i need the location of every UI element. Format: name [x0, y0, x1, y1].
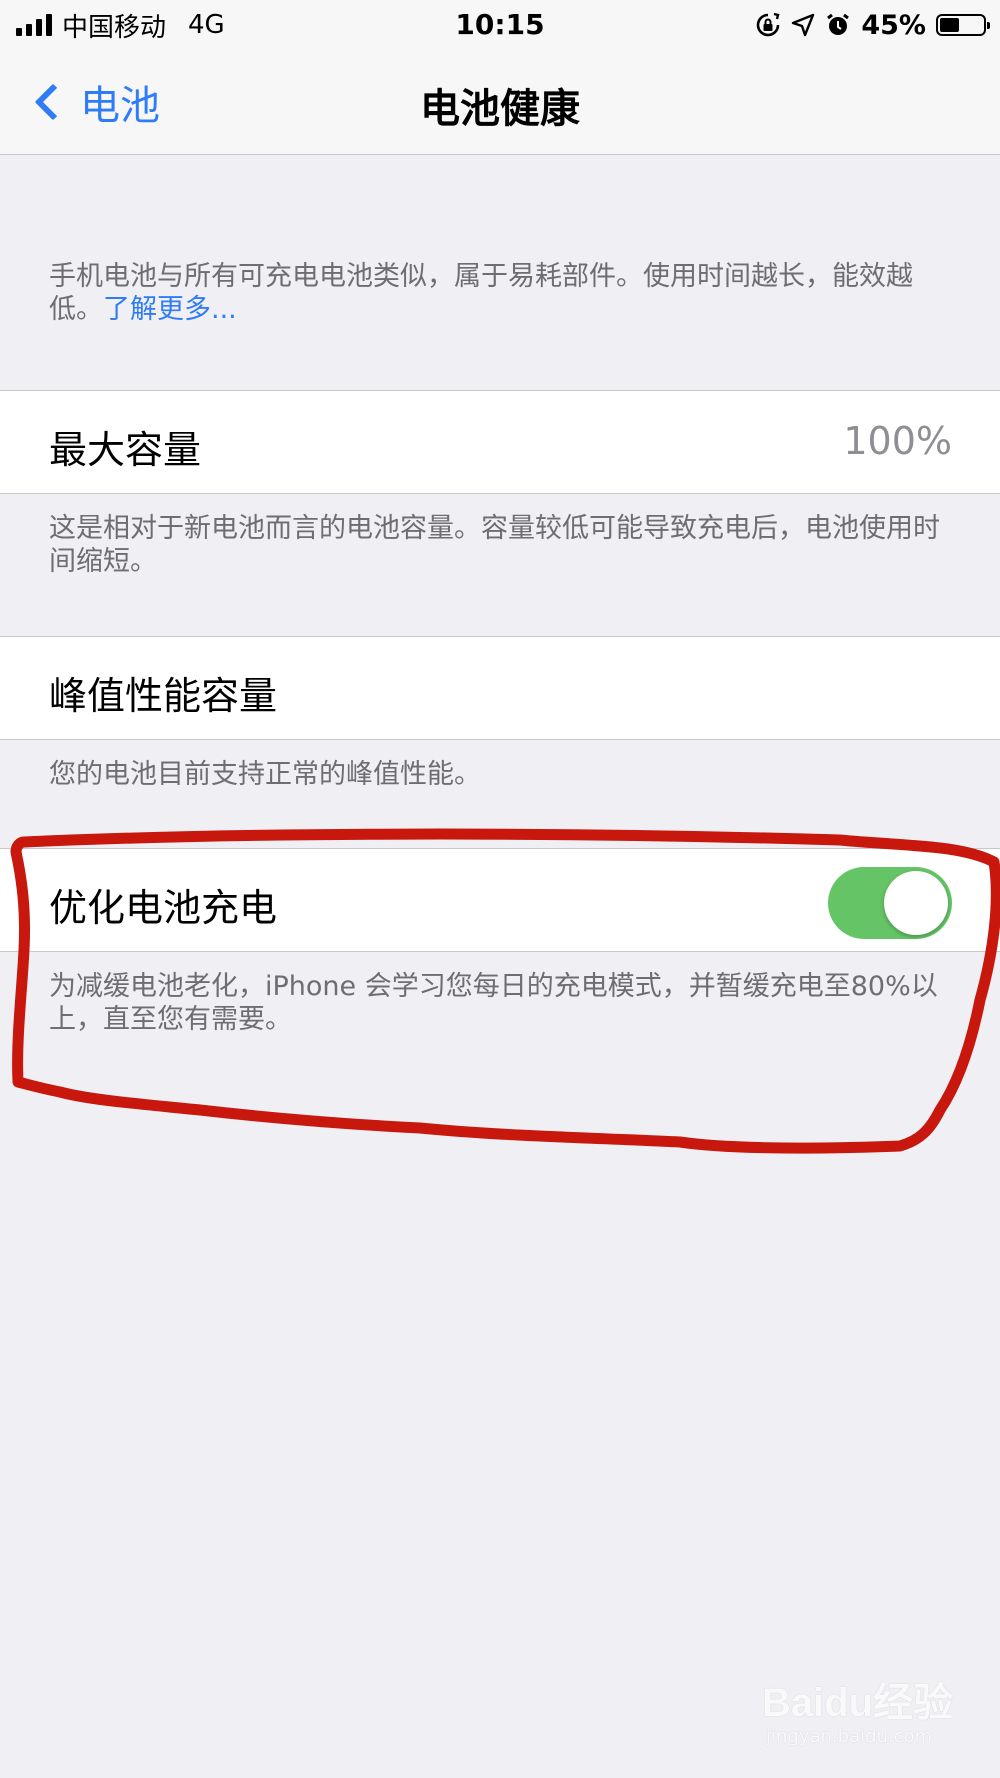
intro-text: 手机电池与所有可充电电池类似，属于易耗部件。使用时间越长，能效越低。了解更多..…: [49, 260, 949, 326]
status-bar: 中国移动 4G 10:15 45%: [0, 0, 1000, 50]
orientation-lock-icon: [757, 12, 780, 37]
battery-cap: [987, 22, 990, 29]
optimized-charging-row: 优化电池充电: [0, 848, 1000, 952]
optimized-charging-label: 优化电池充电: [49, 886, 278, 930]
peak-performance-label: 峰值性能容量: [49, 674, 278, 718]
watermark-url: jingyan.baidu.com: [766, 1726, 933, 1747]
status-right: 45%: [755, 8, 990, 42]
battery-percent: 45%: [861, 9, 926, 41]
location-arrow-icon: [792, 13, 815, 37]
max-capacity-value: 100%: [843, 419, 952, 463]
optimized-charging-footer: 为减缓电池老化，iPhone 会学习您每日的充电模式，并暂缓充电至80%以上，直…: [49, 971, 938, 1035]
max-capacity-label: 最大容量: [49, 428, 202, 472]
page-title: 电池健康: [420, 86, 580, 132]
navigation-bar: 电池 电池健康: [0, 50, 1000, 155]
peak-performance-footer: 您的电池目前支持正常的峰值性能。: [49, 759, 481, 790]
max-capacity-footer: 这是相对于新电池而言的电池容量。容量较低可能导致充电后，电池使用时间缩短。: [49, 513, 940, 577]
peak-performance-row: 峰值性能容量: [0, 636, 1000, 740]
watermark-brand: Baidu经验: [762, 1681, 954, 1725]
alarm-icon: [827, 13, 850, 35]
learn-more-link[interactable]: 了解更多...: [103, 294, 237, 325]
battery-icon: [936, 14, 990, 36]
max-capacity-row: 最大容量 100%: [0, 390, 1000, 494]
toggle-knob: [884, 871, 948, 935]
battery-level-fill: [940, 18, 959, 32]
baidu-watermark: Baidu经验 jingyan.baidu.com: [762, 1670, 962, 1760]
optimized-charging-toggle[interactable]: [828, 867, 952, 939]
